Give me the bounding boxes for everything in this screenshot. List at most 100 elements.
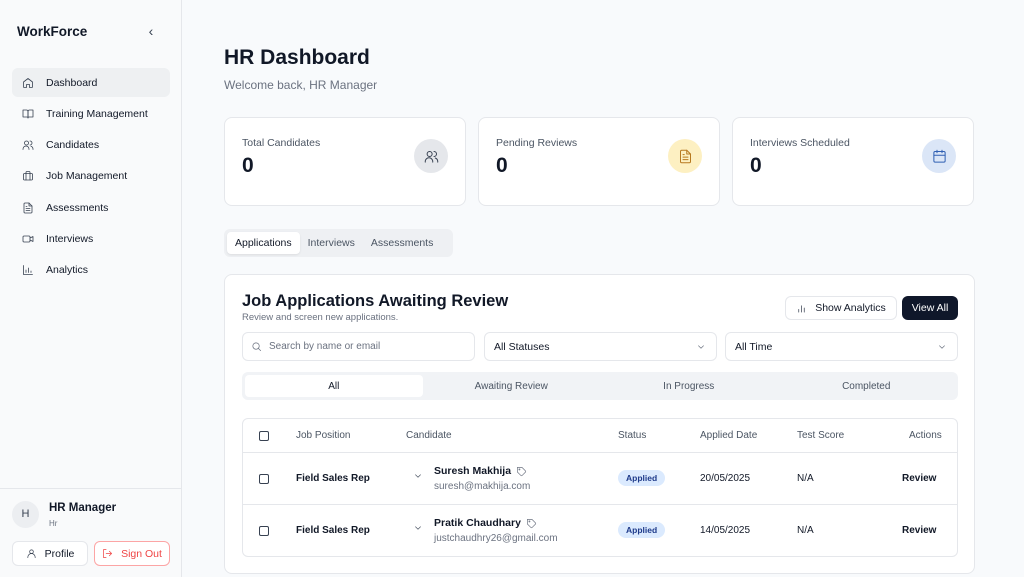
status-badge: Applied: [618, 470, 666, 486]
job-position: Field Sales Rep: [296, 473, 370, 484]
calendar-icon: [922, 139, 956, 173]
table-row: Field Sales Rep Suresh Makhija suresh@ma…: [243, 453, 957, 505]
briefcase-icon: [23, 171, 33, 181]
sidebar-item-label: Interviews: [46, 232, 94, 245]
sidebar-item-label: Training Management: [46, 107, 148, 120]
expand-row-button[interactable]: [413, 471, 423, 485]
expand-row-button[interactable]: [413, 523, 423, 537]
sidebar-item-label: Job Management: [46, 170, 128, 183]
sign-out-button[interactable]: Sign Out: [94, 541, 170, 566]
user-icon: [27, 549, 36, 558]
row-checkbox[interactable]: [259, 526, 269, 536]
sidebar-item-label: Dashboard: [46, 76, 98, 89]
panel-subtitle: Review and screen new applications.: [242, 312, 399, 323]
sidebar-item-label: Analytics: [46, 264, 89, 277]
tab-interviews[interactable]: Interviews: [300, 232, 363, 254]
search-icon: [252, 342, 261, 351]
sidebar-item-label: Assessments: [46, 201, 109, 214]
table-header: Job Position Candidate Status Applied Da…: [243, 419, 957, 453]
sidebar-item-analytics[interactable]: Analytics: [12, 256, 170, 285]
subtab-completed[interactable]: Completed: [778, 375, 956, 397]
subtab-awaiting-review[interactable]: Awaiting Review: [423, 375, 601, 397]
stat-card-pending-reviews: Pending Reviews 0: [478, 117, 720, 206]
time-filter-value: All Time: [735, 340, 773, 353]
stat-label: Total Candidates: [242, 137, 321, 149]
status-filter-value: All Statuses: [494, 340, 550, 353]
document-icon: [23, 202, 33, 214]
view-all-button[interactable]: View All: [902, 296, 958, 320]
users-icon: [22, 140, 34, 150]
logout-icon: [103, 549, 113, 558]
sidebar-footer: H HR Manager Hr Profile Sign Out: [0, 488, 182, 577]
test-score: N/A: [797, 525, 814, 536]
show-analytics-button[interactable]: Show Analytics: [785, 296, 897, 320]
status-filter-select[interactable]: All Statuses: [484, 332, 717, 361]
candidate-name-text: Pratik Chaudhary: [434, 517, 521, 529]
candidate-name-text: Suresh Makhija: [434, 465, 512, 477]
sidebar-item-dashboard[interactable]: Dashboard: [12, 68, 170, 97]
test-score: N/A: [797, 473, 814, 484]
page-subtitle: Welcome back, HR Manager: [224, 78, 378, 92]
candidate-email: suresh@makhija.com: [434, 481, 531, 492]
sign-out-button-label: Sign Out: [121, 547, 162, 560]
chevron-down-icon: [698, 344, 704, 349]
select-all-checkbox[interactable]: [259, 431, 269, 441]
candidate-email: justchaudhry26@gmail.com: [434, 533, 558, 544]
chevron-down-icon: [939, 344, 945, 349]
review-button[interactable]: Review: [902, 473, 936, 484]
bar-chart-icon: [798, 304, 805, 313]
users-icon: [414, 139, 448, 173]
tab-assessments[interactable]: Assessments: [363, 232, 441, 254]
review-button[interactable]: Review: [902, 525, 936, 536]
subtab-all[interactable]: All: [245, 375, 423, 397]
app-logo: WorkForce: [17, 24, 88, 39]
sidebar-item-label: Candidates: [46, 139, 100, 152]
sidebar-item-training-management[interactable]: Training Management: [12, 99, 170, 128]
stat-value: 0: [496, 154, 508, 177]
column-header-applied-date: Applied Date: [700, 430, 758, 441]
time-filter-select[interactable]: All Time: [725, 332, 958, 361]
candidate-name: Suresh Makhija: [434, 465, 527, 477]
chevron-down-icon: [415, 526, 421, 530]
user-name: HR Manager: [49, 502, 117, 514]
sidebar-item-assessments[interactable]: Assessments: [12, 193, 170, 222]
stat-card-interviews-scheduled: Interviews Scheduled 0: [732, 117, 974, 206]
table-row: Field Sales Rep Pratik Chaudhary justcha…: [243, 505, 957, 557]
job-position: Field Sales Rep: [296, 525, 370, 536]
sidebar: WorkForce ‹ Dashboard Training Managemen…: [0, 0, 182, 577]
panel-title: Job Applications Awaiting Review: [242, 292, 509, 310]
sidebar-item-job-management[interactable]: Job Management: [12, 162, 170, 191]
video-icon: [22, 235, 34, 243]
subtab-in-progress[interactable]: In Progress: [600, 375, 778, 397]
sidebar-item-candidates[interactable]: Candidates: [12, 131, 170, 160]
tab-applications[interactable]: Applications: [227, 232, 300, 254]
avatar: H: [12, 501, 39, 528]
sidebar-item-interviews[interactable]: Interviews: [12, 224, 170, 253]
home-icon: [23, 77, 33, 88]
chevron-down-icon: [415, 474, 421, 478]
status-subtabs: All Awaiting Review In Progress Complete…: [242, 372, 958, 400]
tag-icon[interactable]: [526, 518, 537, 529]
stat-label: Pending Reviews: [496, 137, 578, 149]
status-badge: Applied: [618, 522, 666, 538]
sidebar-nav: Dashboard Training Management Candidates…: [12, 68, 170, 287]
collapse-sidebar-icon[interactable]: ‹: [144, 22, 158, 40]
candidate-name: Pratik Chaudhary: [434, 517, 537, 529]
applications-panel: Job Applications Awaiting Review Review …: [224, 274, 975, 574]
row-checkbox[interactable]: [259, 474, 269, 484]
applications-table: Job Position Candidate Status Applied Da…: [242, 418, 958, 557]
dashboard-tabs: Applications Interviews Assessments: [224, 229, 453, 257]
tag-icon[interactable]: [516, 466, 527, 477]
profile-button-label: Profile: [44, 547, 75, 560]
bar-chart-icon: [23, 265, 33, 276]
column-header-actions: Actions: [909, 430, 942, 441]
search-field[interactable]: [242, 332, 475, 361]
stat-card-total-candidates: Total Candidates 0: [224, 117, 466, 206]
column-header-test-score: Test Score: [797, 430, 845, 441]
applied-date: 14/05/2025: [700, 525, 751, 536]
stat-value: 0: [750, 154, 762, 177]
applied-date: 20/05/2025: [700, 473, 751, 484]
search-input[interactable]: [269, 341, 469, 352]
profile-button[interactable]: Profile: [12, 541, 88, 566]
user-role: Hr: [49, 519, 58, 528]
